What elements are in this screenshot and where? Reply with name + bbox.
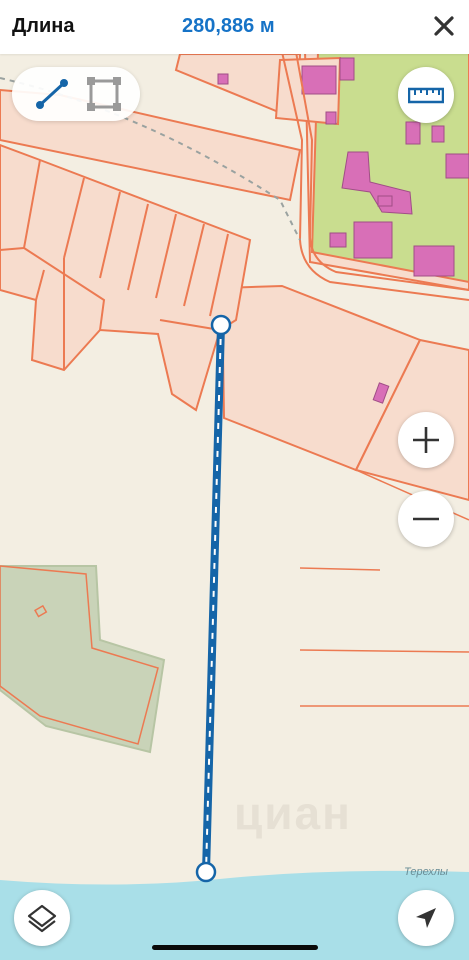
- area-measure-icon: [87, 77, 121, 111]
- zoom-out-button[interactable]: [398, 491, 454, 547]
- zoom-in-button[interactable]: [398, 412, 454, 468]
- header-title: Длина: [12, 15, 75, 37]
- location-arrow-icon: [416, 908, 436, 928]
- line-mode-button[interactable]: [30, 73, 74, 115]
- minus-icon: [413, 517, 439, 521]
- plus-icon: [413, 427, 439, 453]
- place-label: Терехлы: [404, 866, 449, 878]
- my-location-button[interactable]: [398, 890, 454, 946]
- line-measure-icon: [36, 79, 68, 109]
- home-indicator: [152, 945, 318, 950]
- area-mode-button[interactable]: [82, 73, 126, 115]
- measure-point-start: [210, 314, 232, 336]
- watermark: циан: [234, 787, 352, 839]
- measurement-value: 280,886 м: [182, 15, 275, 37]
- layers-icon: [27, 904, 57, 933]
- close-button[interactable]: [427, 9, 461, 43]
- layers-button[interactable]: [14, 890, 70, 946]
- ruler-button[interactable]: [398, 67, 454, 123]
- measure-mode-switch: [12, 67, 140, 121]
- measure-point-end: [195, 861, 217, 883]
- header-bar: Длина 280,886 м: [0, 0, 469, 54]
- close-icon: [434, 16, 454, 36]
- ruler-icon: [408, 87, 444, 104]
